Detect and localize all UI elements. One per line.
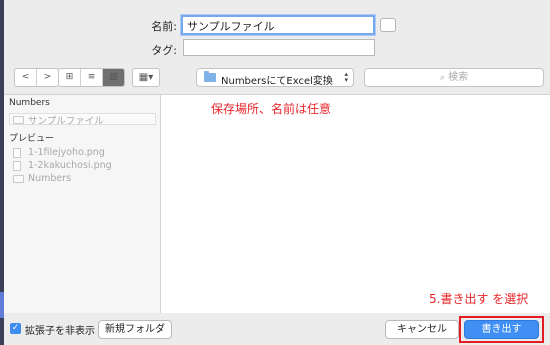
sidebar: Numbers サンプルファイル プレビュー 1-1filejyoho.png … bbox=[4, 95, 161, 313]
sidebar-item-file1[interactable]: 1-1filejyoho.png bbox=[28, 147, 105, 158]
annotation-location-note: 保存場所、名前は任意 bbox=[211, 102, 332, 116]
location-label: NumbersにてExcel変換 bbox=[221, 76, 333, 87]
hide-extension-checkbox[interactable]: ✓ bbox=[10, 323, 21, 334]
updown-arrows-icon: ▴ ▾ bbox=[344, 70, 348, 84]
grid-icon: ⊞ bbox=[65, 72, 74, 82]
chevron-right-icon: > bbox=[43, 72, 52, 82]
columns-icon: ▥ bbox=[109, 72, 118, 82]
search-icon: ⌕ bbox=[439, 73, 445, 83]
save-dialog: 名前: サンプルファイル タグ: < > ⊞ ≡ ▥ ▦▾ NumbersにてE… bbox=[4, 0, 550, 345]
chevron-left-icon: < bbox=[21, 72, 30, 82]
folder-icon bbox=[204, 71, 216, 82]
file-browser-main: 保存場所、名前は任意 5.書き出す を選択 bbox=[161, 95, 550, 313]
annotation-step-note: 5.書き出す を選択 bbox=[429, 292, 529, 306]
search-placeholder: 検索 bbox=[448, 72, 469, 83]
location-select[interactable]: NumbersにてExcel変換 ▴ ▾ bbox=[196, 68, 354, 87]
tags-label: タグ: bbox=[151, 44, 177, 57]
checkmark-icon: ✓ bbox=[11, 323, 20, 333]
list-view-button[interactable]: ≡ bbox=[81, 69, 103, 86]
arrange-button[interactable]: ▦▾ bbox=[132, 68, 160, 87]
file-icon bbox=[13, 148, 21, 158]
hide-extension-label: 拡張子を非表示 bbox=[25, 326, 95, 337]
document-icon bbox=[13, 116, 24, 124]
name-label: 名前: bbox=[151, 20, 177, 33]
tags-field[interactable] bbox=[183, 39, 375, 56]
back-button[interactable]: < bbox=[15, 69, 37, 86]
cancel-button[interactable]: キャンセル bbox=[385, 320, 459, 339]
view-mode-group: ⊞ ≡ ▥ bbox=[58, 68, 125, 87]
search-field[interactable]: ⌕ 検索 bbox=[364, 68, 544, 87]
sidebar-item-sample-label: サンプルファイル bbox=[28, 116, 104, 127]
name-field[interactable]: サンプルファイル bbox=[181, 15, 375, 35]
file-icon bbox=[13, 161, 21, 171]
expand-dialog-button[interactable] bbox=[380, 18, 396, 32]
icon-view-button[interactable]: ⊞ bbox=[59, 69, 81, 86]
back-forward-group: < > bbox=[14, 68, 59, 87]
sidebar-item-numbers[interactable]: Numbers bbox=[28, 173, 71, 184]
arrange-icon: ▦▾ bbox=[138, 72, 154, 83]
forward-button[interactable]: > bbox=[37, 69, 58, 86]
sidebar-section-numbers: Numbers bbox=[9, 98, 50, 108]
sidebar-item-file2[interactable]: 1-2kakuchosi.png bbox=[28, 160, 112, 171]
new-folder-button[interactable]: 新規フォルダ bbox=[98, 320, 172, 339]
column-view-button[interactable]: ▥ bbox=[103, 69, 124, 86]
sidebar-section-preview: プレビュー bbox=[9, 134, 55, 144]
bottom-bar: ✓ 拡張子を非表示 新規フォルダ キャンセル 書き出す bbox=[4, 313, 550, 345]
export-button[interactable]: 書き出す bbox=[464, 320, 539, 339]
document-icon bbox=[13, 175, 24, 183]
list-icon: ≡ bbox=[87, 72, 96, 82]
